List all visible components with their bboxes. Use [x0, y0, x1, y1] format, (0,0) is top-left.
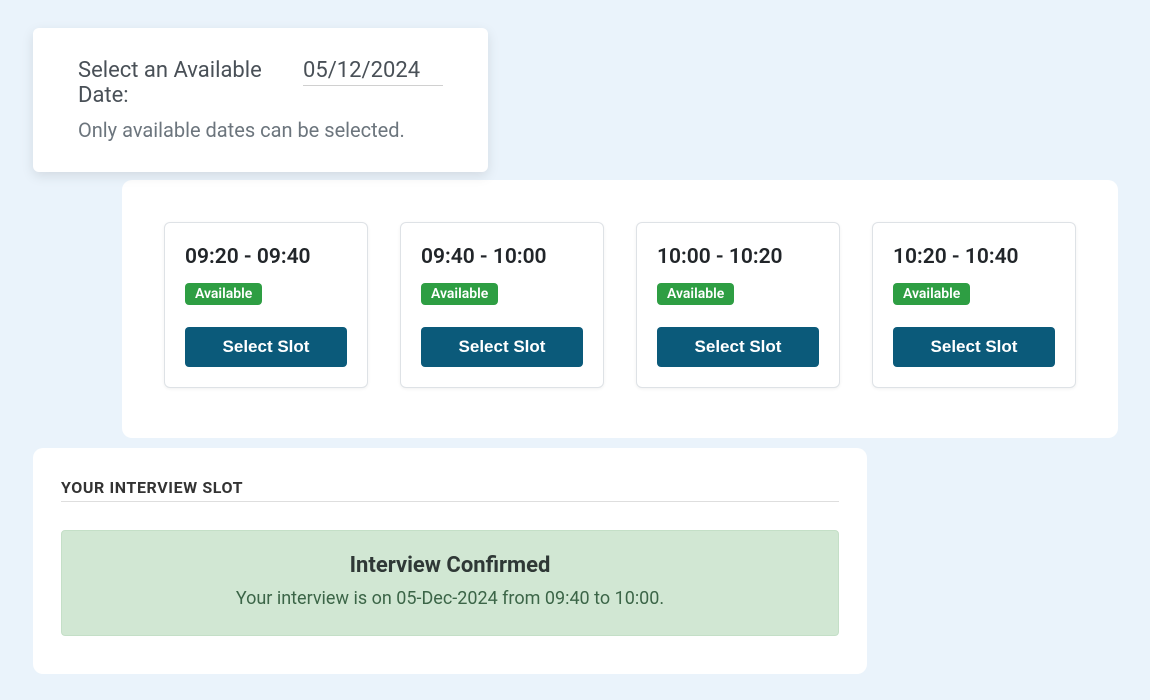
- confirmation-panel: YOUR INTERVIEW SLOT Interview Confirmed …: [33, 448, 867, 674]
- time-slot-card: 10:00 - 10:20 Available Select Slot: [636, 222, 840, 388]
- status-badge: Available: [657, 283, 734, 305]
- date-picker-card: Select an Available Date: Only available…: [33, 28, 488, 172]
- time-slots-panel: 09:20 - 09:40 Available Select Slot 09:4…: [122, 180, 1118, 438]
- select-slot-button[interactable]: Select Slot: [893, 327, 1055, 367]
- time-slots-row: 09:20 - 09:40 Available Select Slot 09:4…: [164, 222, 1076, 388]
- confirmation-title: Interview Confirmed: [78, 553, 822, 578]
- slot-time-range: 10:00 - 10:20: [657, 245, 783, 269]
- confirmation-text: Your interview is on 05-Dec-2024 from 09…: [78, 588, 822, 609]
- confirmation-heading: YOUR INTERVIEW SLOT: [61, 478, 839, 502]
- select-slot-button[interactable]: Select Slot: [185, 327, 347, 367]
- status-badge: Available: [893, 283, 970, 305]
- time-slot-card: 09:20 - 09:40 Available Select Slot: [164, 222, 368, 388]
- date-label: Select an Available Date:: [78, 58, 297, 108]
- slot-time-range: 09:20 - 09:40: [185, 245, 311, 269]
- status-badge: Available: [185, 283, 262, 305]
- slot-time-range: 10:20 - 10:40: [893, 245, 1019, 269]
- slot-time-range: 09:40 - 10:00: [421, 245, 547, 269]
- select-slot-button[interactable]: Select Slot: [421, 327, 583, 367]
- date-label-row: Select an Available Date:: [78, 58, 443, 108]
- time-slot-card: 09:40 - 10:00 Available Select Slot: [400, 222, 604, 388]
- status-badge: Available: [421, 283, 498, 305]
- confirmation-alert: Interview Confirmed Your interview is on…: [61, 530, 839, 636]
- date-help-text: Only available dates can be selected.: [78, 118, 443, 142]
- time-slot-card: 10:20 - 10:40 Available Select Slot: [872, 222, 1076, 388]
- date-input[interactable]: [303, 58, 443, 86]
- select-slot-button[interactable]: Select Slot: [657, 327, 819, 367]
